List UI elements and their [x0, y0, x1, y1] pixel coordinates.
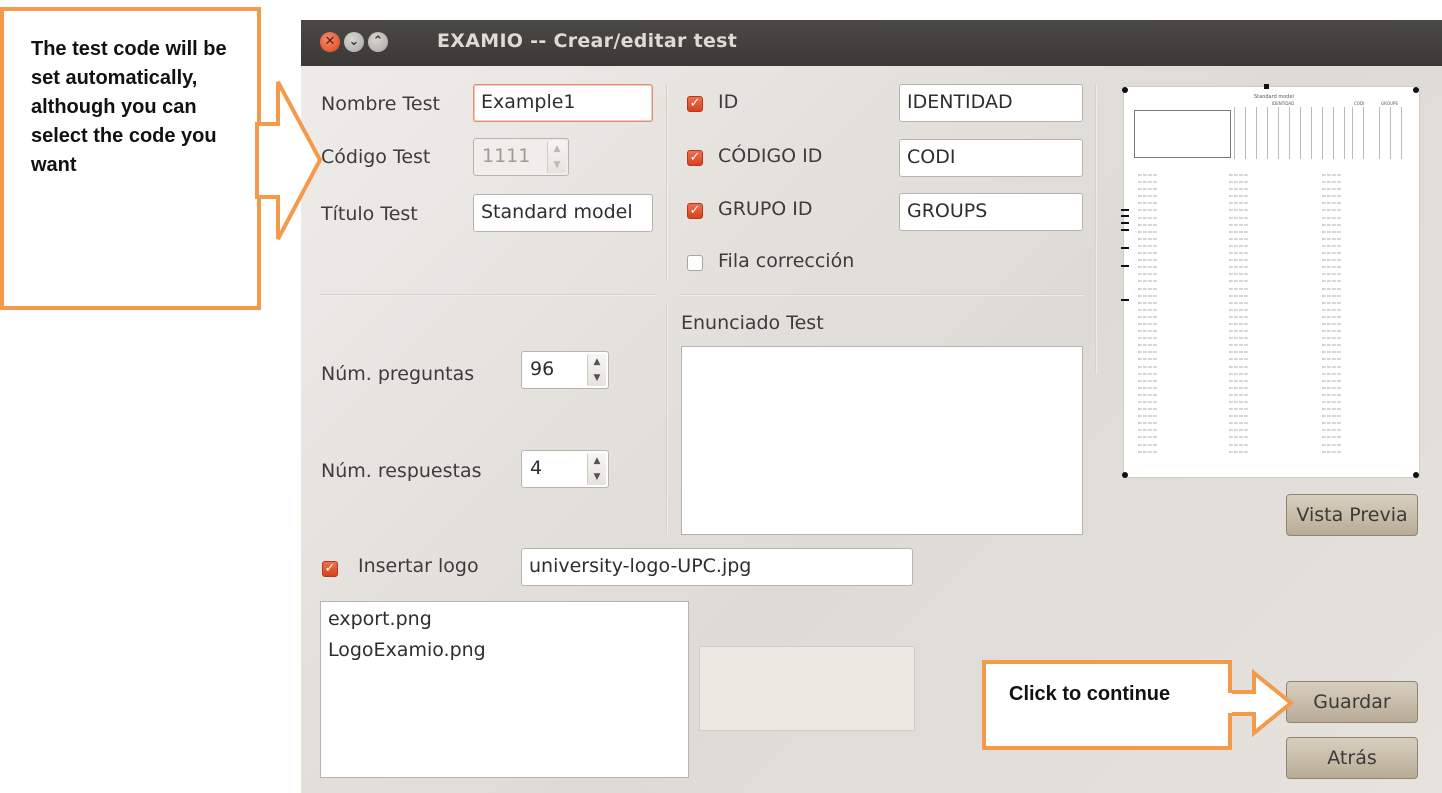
arrow-right-icon — [255, 81, 323, 240]
arrow-right-icon — [1228, 668, 1295, 738]
arrow-joint — [259, 126, 265, 195]
arrow-joint — [1226, 693, 1232, 713]
annotation-arrows — [255, 81, 1295, 738]
